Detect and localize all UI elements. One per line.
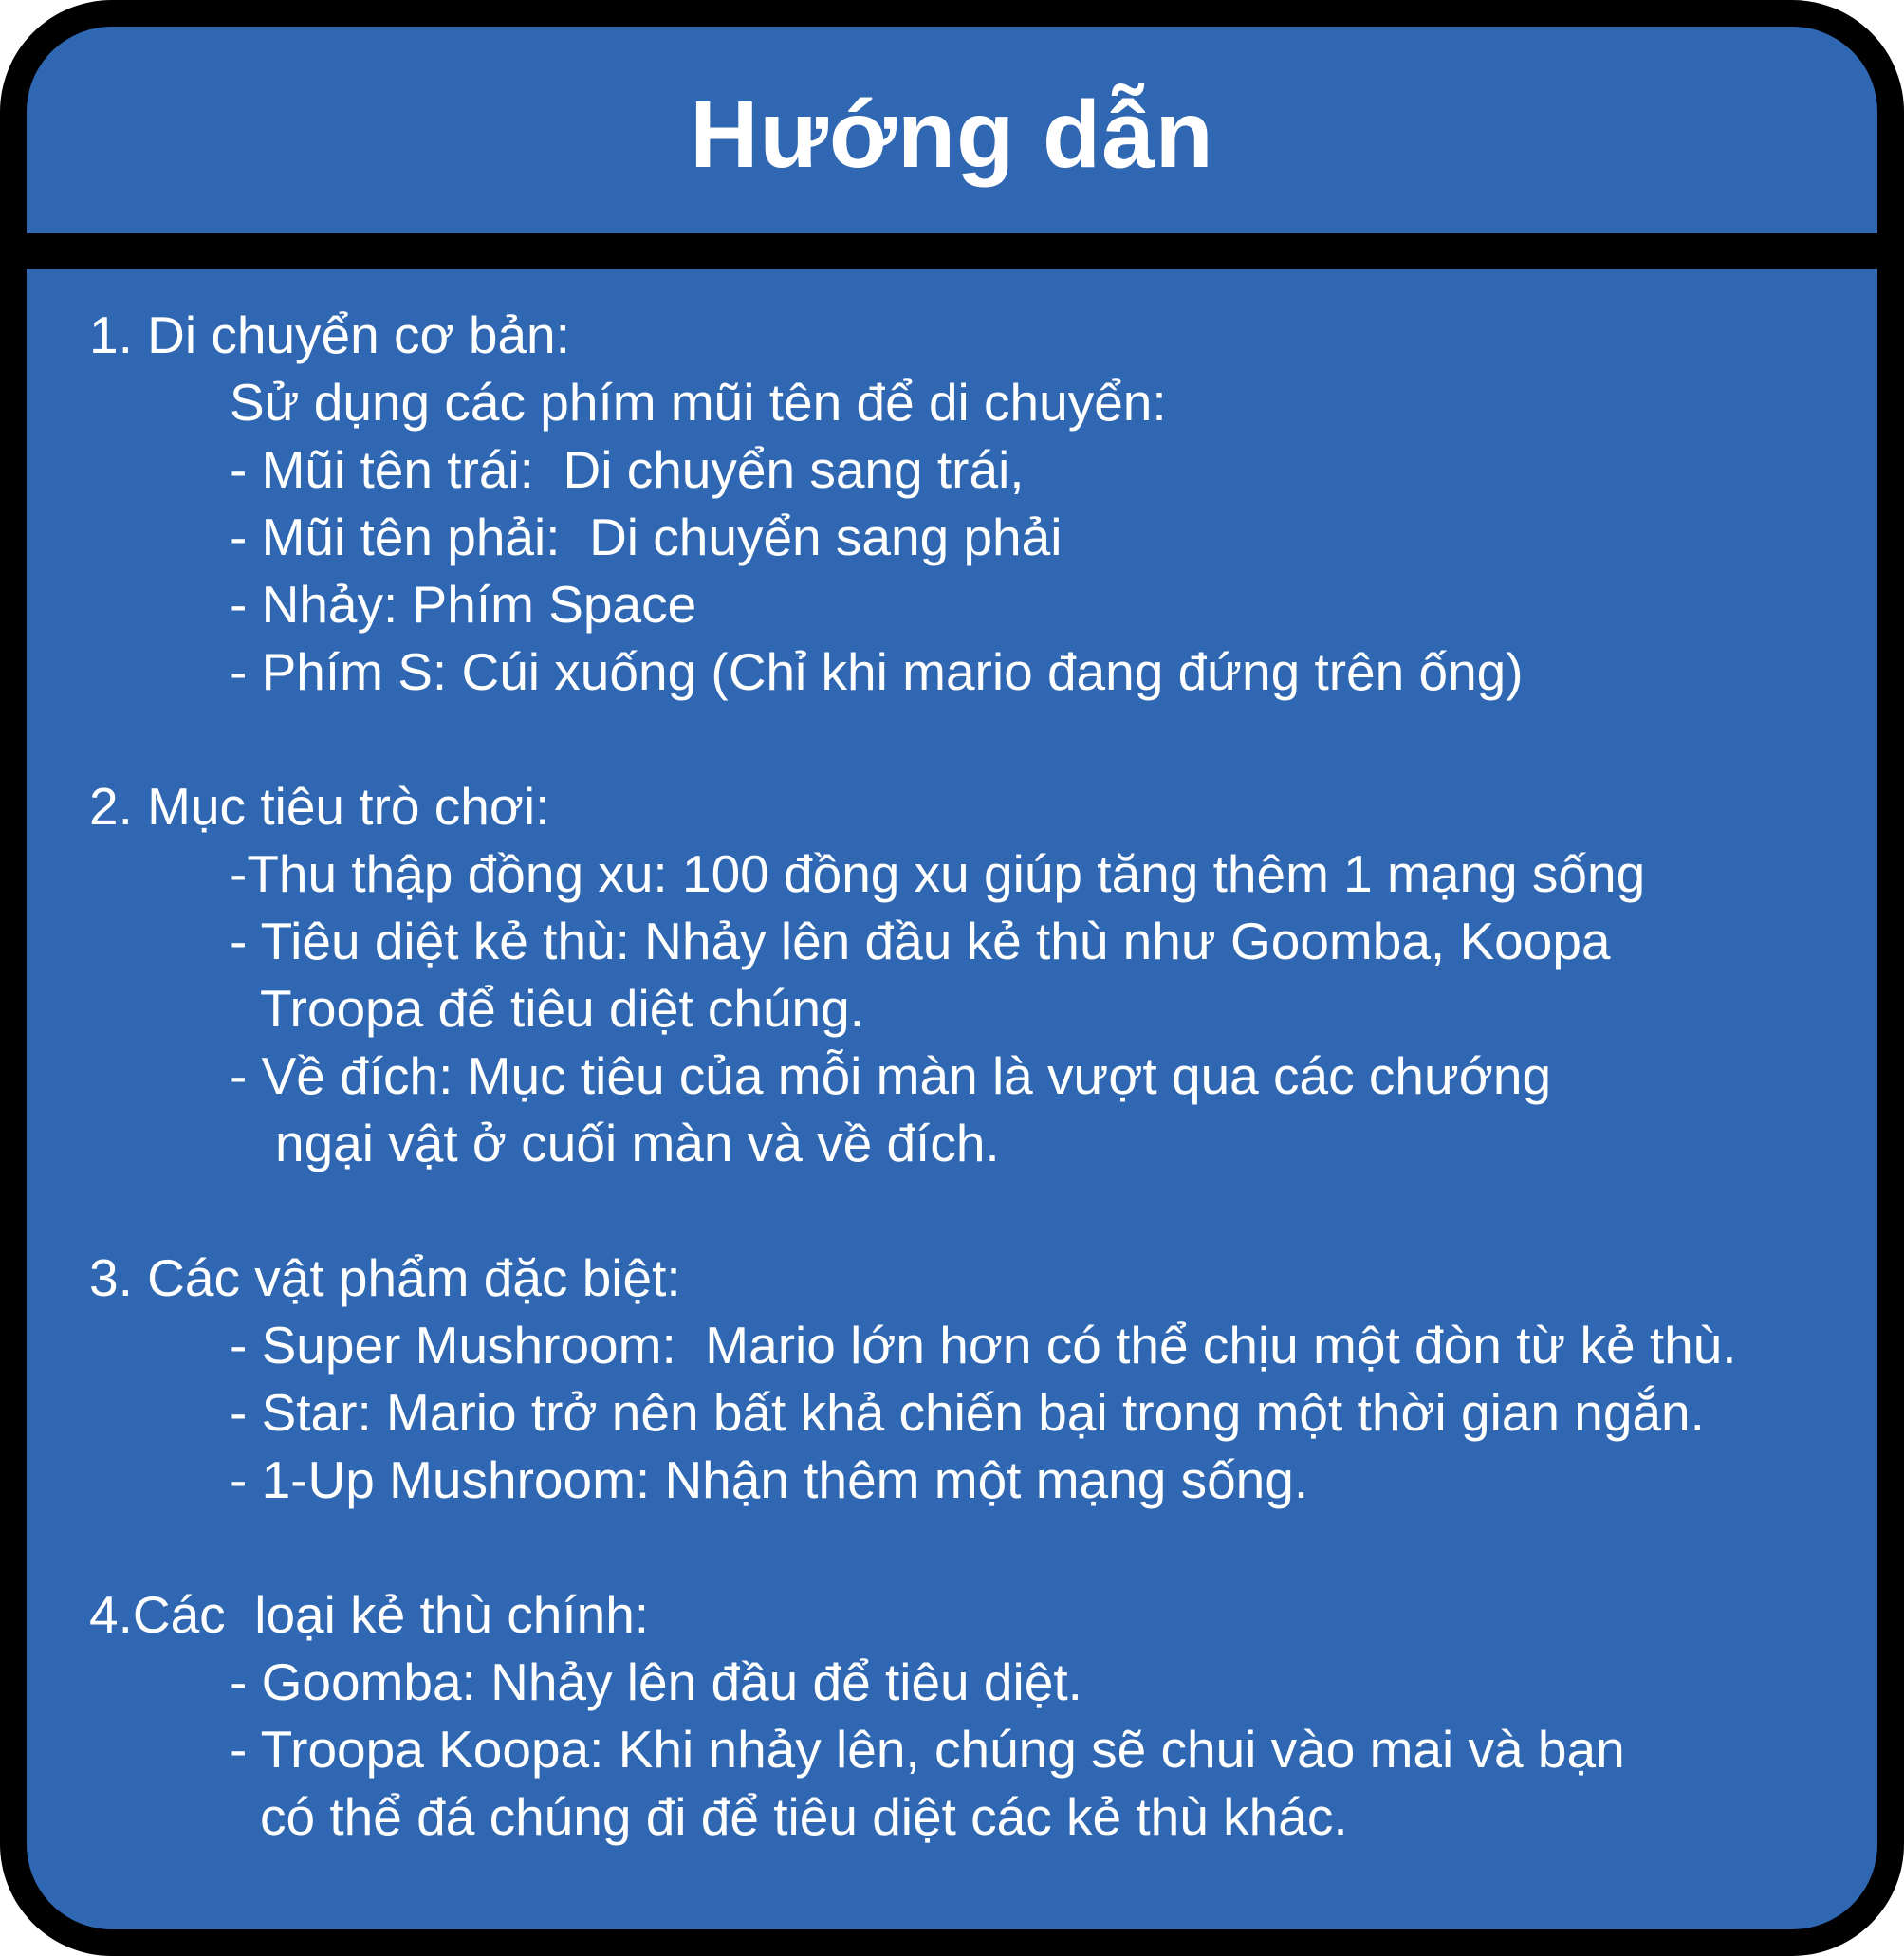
- instruction-line: - 1-Up Mushroom: Nhận thêm một mạng sống…: [230, 1450, 1309, 1509]
- instruction-line: - Về đích: Mục tiêu của mỗi màn là vượt …: [230, 1046, 1552, 1105]
- instruction-line: - Tiêu diệt kẻ thù: Nhảy lên đầu kẻ thù …: [230, 912, 1611, 970]
- section-heading: 3. Các vật phẩm đặc biệt:: [89, 1248, 681, 1307]
- section-heading: 2. Mục tiêu trò chơi:: [89, 777, 550, 836]
- instruction-line: - Mũi tên trái: Di chuyển sang trái,: [230, 440, 1025, 499]
- instruction-line: - Phím S: Cúi xuống (Chỉ khi mario đang …: [230, 642, 1524, 701]
- section-special-items: 3. Các vật phẩm đặc biệt: - Super Mushro…: [89, 1245, 1858, 1514]
- instruction-line: - Troopa Koopa: Khi nhảy lên, chúng sẽ c…: [230, 1720, 1625, 1779]
- instruction-line: -Thu thập đồng xu: 100 đồng xu giúp tăng…: [230, 844, 1646, 903]
- instruction-line: - Super Mushroom: Mario lớn hơn có thể c…: [230, 1316, 1737, 1375]
- section-game-objectives: 2. Mục tiêu trò chơi: -Thu thập đồng xu:…: [89, 773, 1858, 1177]
- section-heading: 1. Di chuyển cơ bản:: [89, 305, 570, 364]
- instruction-line-continued: có thể đá chúng đi để tiêu diệt các kẻ t…: [260, 1787, 1348, 1846]
- section-heading: 4.Các loại kẻ thù chính:: [89, 1585, 650, 1644]
- panel-header: Hướng dẫn: [27, 27, 1877, 233]
- instruction-line: - Nhảy: Phím Space: [230, 575, 697, 634]
- instruction-line: Sử dụng các phím mũi tên để di chuyển:: [230, 373, 1167, 432]
- instructions-content: 1. Di chuyển cơ bản: Sử dụng các phím mũ…: [89, 302, 1858, 1851]
- instruction-line-continued: ngại vật ở cuối màn và về đích.: [275, 1114, 1000, 1172]
- instruction-line: - Star: Mario trở nên bất khả chiến bại …: [230, 1383, 1705, 1442]
- instruction-line-continued: Troopa để tiêu diệt chúng.: [260, 979, 865, 1038]
- panel-title: Hướng dẫn: [690, 81, 1214, 188]
- instruction-line: - Goomba: Nhảy lên đầu để tiêu diệt.: [230, 1652, 1082, 1711]
- section-basic-movement: 1. Di chuyển cơ bản: Sử dụng các phím mũ…: [89, 302, 1858, 706]
- instruction-line: - Mũi tên phải: Di chuyển sang phải: [230, 507, 1063, 566]
- section-main-enemies: 4.Các loại kẻ thù chính: - Goomba: Nhảy …: [89, 1581, 1858, 1851]
- header-divider: [27, 233, 1877, 269]
- instructions-panel: Hướng dẫn 1. Di chuyển cơ bản: Sử dụng c…: [0, 0, 1904, 1956]
